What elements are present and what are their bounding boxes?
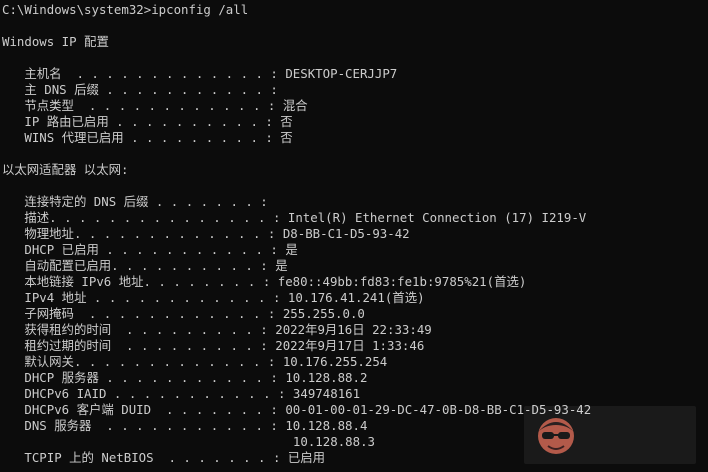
row-dns-servers-2: 10.128.88.3 [2, 434, 375, 449]
row-default-gateway: 默认网关. . . . . . . . . . . . . : 10.176.2… [2, 354, 388, 369]
row-primary-dns-suffix: 主 DNS 后缀 . . . . . . . . . . . : [2, 82, 278, 97]
row-dhcp-enabled: DHCP 已启用 . . . . . . . . . . . : 是 [2, 242, 298, 257]
row-physical-address: 物理地址. . . . . . . . . . . . . : D8-BB-C1… [2, 226, 410, 241]
ip-config-header: Windows IP 配置 [2, 34, 109, 49]
row-dhcpv6-iaid: DHCPv6 IAID . . . . . . . . . . . : 3497… [2, 386, 361, 401]
watermark [524, 406, 696, 464]
adapter-header: 以太网适配器 以太网: [2, 162, 129, 177]
row-lease-obtained: 获得租约的时间 . . . . . . . . . : 2022年9月16日 2… [2, 322, 432, 337]
avatar-face-icon [538, 418, 574, 454]
row-autoconfig-enabled: 自动配置已启用. . . . . . . . . . : 是 [2, 258, 288, 273]
row-host-name: 主机名 . . . . . . . . . . . . . : DESKTOP-… [2, 66, 398, 81]
row-description: 描述. . . . . . . . . . . . . . . : Intel(… [2, 210, 587, 225]
row-dhcpv6-duid: DHCPv6 客户端 DUID . . . . . . . : 00-01-00… [2, 402, 592, 417]
row-dns-servers: DNS 服务器 . . . . . . . . . . . : 10.128.8… [2, 418, 368, 433]
row-link-local-ipv6: 本地链接 IPv6 地址. . . . . . . . : fe80::49bb… [2, 274, 527, 289]
row-ip-routing: IP 路由已启用 . . . . . . . . . . : 否 [2, 114, 293, 129]
console-window[interactable]: C:\Windows\system32>ipconfig /all Window… [0, 0, 708, 472]
row-node-type: 节点类型 . . . . . . . . . . . . : 混合 [2, 98, 308, 113]
row-netbios-over-tcpip: TCPIP 上的 NetBIOS . . . . . . . : 已启用 [2, 450, 326, 465]
row-ipv4-address: IPv4 地址 . . . . . . . . . . . . : 10.176… [2, 290, 425, 305]
prompt-line: C:\Windows\system32>ipconfig /all [2, 2, 249, 17]
row-wins-proxy: WINS 代理已启用 . . . . . . . . . : 否 [2, 130, 293, 145]
row-lease-expires: 租约过期的时间 . . . . . . . . . : 2022年9月17日 1… [2, 338, 425, 353]
row-connection-dns-suffix: 连接特定的 DNS 后缀 . . . . . . . : [2, 194, 268, 209]
row-subnet-mask: 子网掩码 . . . . . . . . . . . . : 255.255.0… [2, 306, 365, 321]
row-dhcp-server: DHCP 服务器 . . . . . . . . . . . : 10.128.… [2, 370, 368, 385]
